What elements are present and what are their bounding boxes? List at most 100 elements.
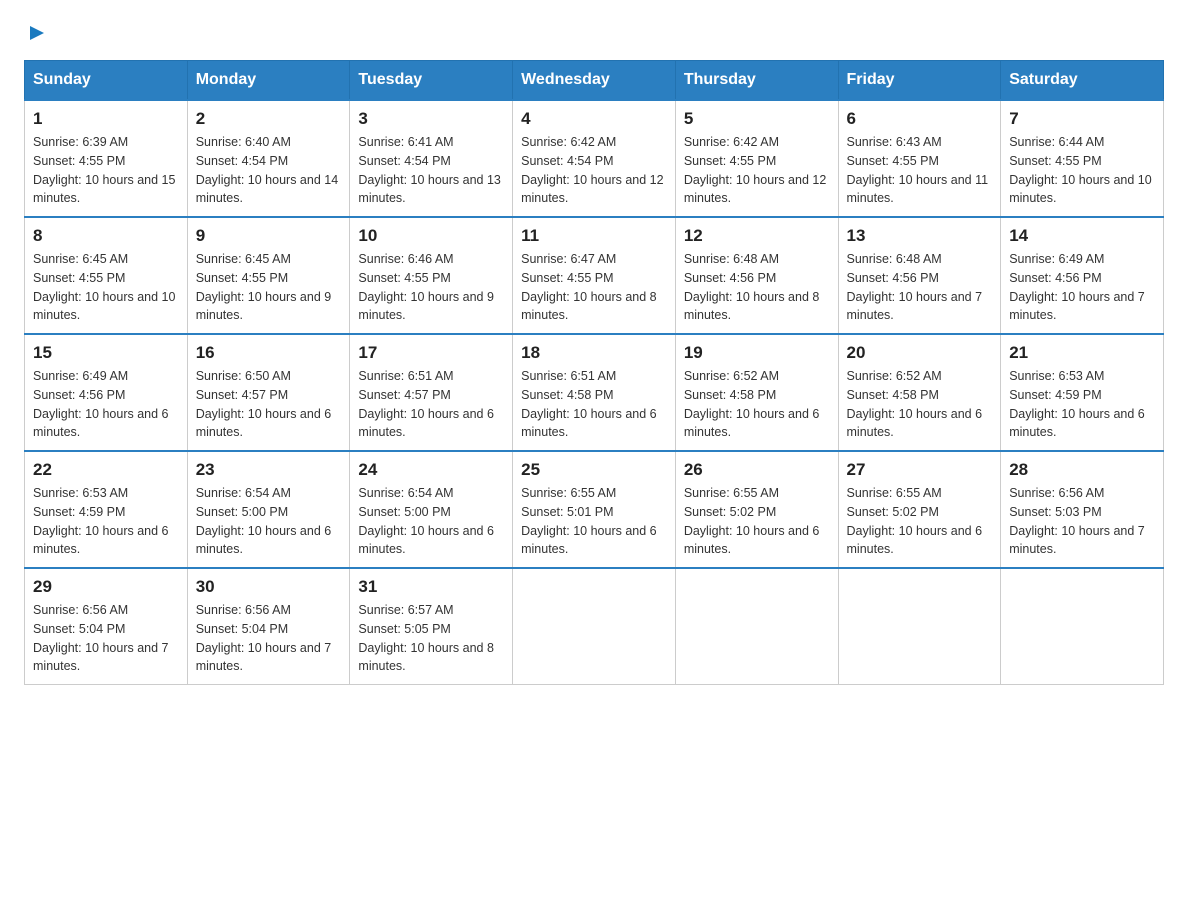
week-row-5: 29 Sunrise: 6:56 AM Sunset: 5:04 PM Dayl… — [25, 568, 1164, 685]
day-cell-18: 18 Sunrise: 6:51 AM Sunset: 4:58 PM Dayl… — [513, 334, 676, 451]
day-number: 5 — [684, 109, 830, 129]
day-info: Sunrise: 6:51 AM Sunset: 4:58 PM Dayligh… — [521, 367, 667, 442]
week-row-1: 1 Sunrise: 6:39 AM Sunset: 4:55 PM Dayli… — [25, 100, 1164, 217]
day-number: 8 — [33, 226, 179, 246]
empty-cell — [838, 568, 1001, 685]
day-info: Sunrise: 6:42 AM Sunset: 4:54 PM Dayligh… — [521, 133, 667, 208]
day-cell-16: 16 Sunrise: 6:50 AM Sunset: 4:57 PM Dayl… — [187, 334, 350, 451]
col-header-tuesday: Tuesday — [350, 61, 513, 101]
day-cell-31: 31 Sunrise: 6:57 AM Sunset: 5:05 PM Dayl… — [350, 568, 513, 685]
header-row: SundayMondayTuesdayWednesdayThursdayFrid… — [25, 61, 1164, 101]
day-cell-20: 20 Sunrise: 6:52 AM Sunset: 4:58 PM Dayl… — [838, 334, 1001, 451]
day-info: Sunrise: 6:40 AM Sunset: 4:54 PM Dayligh… — [196, 133, 342, 208]
day-info: Sunrise: 6:56 AM Sunset: 5:03 PM Dayligh… — [1009, 484, 1155, 559]
day-number: 12 — [684, 226, 830, 246]
day-cell-7: 7 Sunrise: 6:44 AM Sunset: 4:55 PM Dayli… — [1001, 100, 1164, 217]
day-cell-5: 5 Sunrise: 6:42 AM Sunset: 4:55 PM Dayli… — [675, 100, 838, 217]
day-number: 24 — [358, 460, 504, 480]
day-info: Sunrise: 6:48 AM Sunset: 4:56 PM Dayligh… — [847, 250, 993, 325]
day-cell-1: 1 Sunrise: 6:39 AM Sunset: 4:55 PM Dayli… — [25, 100, 188, 217]
empty-cell — [1001, 568, 1164, 685]
day-cell-29: 29 Sunrise: 6:56 AM Sunset: 5:04 PM Dayl… — [25, 568, 188, 685]
day-info: Sunrise: 6:45 AM Sunset: 4:55 PM Dayligh… — [33, 250, 179, 325]
day-number: 22 — [33, 460, 179, 480]
day-info: Sunrise: 6:55 AM Sunset: 5:01 PM Dayligh… — [521, 484, 667, 559]
day-info: Sunrise: 6:55 AM Sunset: 5:02 PM Dayligh… — [684, 484, 830, 559]
page-header — [24, 24, 1164, 40]
calendar-body: 1 Sunrise: 6:39 AM Sunset: 4:55 PM Dayli… — [25, 100, 1164, 685]
day-number: 14 — [1009, 226, 1155, 246]
day-cell-13: 13 Sunrise: 6:48 AM Sunset: 4:56 PM Dayl… — [838, 217, 1001, 334]
col-header-thursday: Thursday — [675, 61, 838, 101]
day-cell-11: 11 Sunrise: 6:47 AM Sunset: 4:55 PM Dayl… — [513, 217, 676, 334]
day-cell-2: 2 Sunrise: 6:40 AM Sunset: 4:54 PM Dayli… — [187, 100, 350, 217]
day-cell-28: 28 Sunrise: 6:56 AM Sunset: 5:03 PM Dayl… — [1001, 451, 1164, 568]
day-info: Sunrise: 6:39 AM Sunset: 4:55 PM Dayligh… — [33, 133, 179, 208]
day-number: 25 — [521, 460, 667, 480]
day-cell-3: 3 Sunrise: 6:41 AM Sunset: 4:54 PM Dayli… — [350, 100, 513, 217]
day-cell-17: 17 Sunrise: 6:51 AM Sunset: 4:57 PM Dayl… — [350, 334, 513, 451]
day-number: 29 — [33, 577, 179, 597]
day-cell-4: 4 Sunrise: 6:42 AM Sunset: 4:54 PM Dayli… — [513, 100, 676, 217]
day-cell-25: 25 Sunrise: 6:55 AM Sunset: 5:01 PM Dayl… — [513, 451, 676, 568]
day-cell-9: 9 Sunrise: 6:45 AM Sunset: 4:55 PM Dayli… — [187, 217, 350, 334]
day-info: Sunrise: 6:54 AM Sunset: 5:00 PM Dayligh… — [196, 484, 342, 559]
day-cell-24: 24 Sunrise: 6:54 AM Sunset: 5:00 PM Dayl… — [350, 451, 513, 568]
day-number: 4 — [521, 109, 667, 129]
day-cell-27: 27 Sunrise: 6:55 AM Sunset: 5:02 PM Dayl… — [838, 451, 1001, 568]
logo-text — [24, 24, 48, 40]
day-cell-15: 15 Sunrise: 6:49 AM Sunset: 4:56 PM Dayl… — [25, 334, 188, 451]
day-number: 31 — [358, 577, 504, 597]
day-info: Sunrise: 6:54 AM Sunset: 5:00 PM Dayligh… — [358, 484, 504, 559]
day-number: 16 — [196, 343, 342, 363]
col-header-friday: Friday — [838, 61, 1001, 101]
day-number: 18 — [521, 343, 667, 363]
empty-cell — [675, 568, 838, 685]
day-number: 28 — [1009, 460, 1155, 480]
empty-cell — [513, 568, 676, 685]
day-cell-10: 10 Sunrise: 6:46 AM Sunset: 4:55 PM Dayl… — [350, 217, 513, 334]
day-number: 30 — [196, 577, 342, 597]
day-info: Sunrise: 6:53 AM Sunset: 4:59 PM Dayligh… — [1009, 367, 1155, 442]
day-cell-19: 19 Sunrise: 6:52 AM Sunset: 4:58 PM Dayl… — [675, 334, 838, 451]
day-cell-30: 30 Sunrise: 6:56 AM Sunset: 5:04 PM Dayl… — [187, 568, 350, 685]
day-info: Sunrise: 6:47 AM Sunset: 4:55 PM Dayligh… — [521, 250, 667, 325]
day-number: 19 — [684, 343, 830, 363]
day-cell-22: 22 Sunrise: 6:53 AM Sunset: 4:59 PM Dayl… — [25, 451, 188, 568]
col-header-monday: Monday — [187, 61, 350, 101]
day-cell-6: 6 Sunrise: 6:43 AM Sunset: 4:55 PM Dayli… — [838, 100, 1001, 217]
day-number: 10 — [358, 226, 504, 246]
logo — [24, 24, 48, 40]
day-info: Sunrise: 6:46 AM Sunset: 4:55 PM Dayligh… — [358, 250, 504, 325]
day-number: 27 — [847, 460, 993, 480]
week-row-4: 22 Sunrise: 6:53 AM Sunset: 4:59 PM Dayl… — [25, 451, 1164, 568]
day-number: 1 — [33, 109, 179, 129]
day-cell-26: 26 Sunrise: 6:55 AM Sunset: 5:02 PM Dayl… — [675, 451, 838, 568]
day-cell-12: 12 Sunrise: 6:48 AM Sunset: 4:56 PM Dayl… — [675, 217, 838, 334]
day-info: Sunrise: 6:50 AM Sunset: 4:57 PM Dayligh… — [196, 367, 342, 442]
week-row-2: 8 Sunrise: 6:45 AM Sunset: 4:55 PM Dayli… — [25, 217, 1164, 334]
day-cell-23: 23 Sunrise: 6:54 AM Sunset: 5:00 PM Dayl… — [187, 451, 350, 568]
day-number: 17 — [358, 343, 504, 363]
day-info: Sunrise: 6:44 AM Sunset: 4:55 PM Dayligh… — [1009, 133, 1155, 208]
day-number: 7 — [1009, 109, 1155, 129]
day-info: Sunrise: 6:52 AM Sunset: 4:58 PM Dayligh… — [684, 367, 830, 442]
calendar-header: SundayMondayTuesdayWednesdayThursdayFrid… — [25, 61, 1164, 101]
day-info: Sunrise: 6:49 AM Sunset: 4:56 PM Dayligh… — [33, 367, 179, 442]
day-info: Sunrise: 6:43 AM Sunset: 4:55 PM Dayligh… — [847, 133, 993, 208]
day-info: Sunrise: 6:52 AM Sunset: 4:58 PM Dayligh… — [847, 367, 993, 442]
day-info: Sunrise: 6:48 AM Sunset: 4:56 PM Dayligh… — [684, 250, 830, 325]
day-number: 9 — [196, 226, 342, 246]
day-info: Sunrise: 6:41 AM Sunset: 4:54 PM Dayligh… — [358, 133, 504, 208]
day-number: 23 — [196, 460, 342, 480]
day-number: 21 — [1009, 343, 1155, 363]
day-number: 15 — [33, 343, 179, 363]
day-number: 20 — [847, 343, 993, 363]
calendar-table: SundayMondayTuesdayWednesdayThursdayFrid… — [24, 60, 1164, 685]
day-cell-21: 21 Sunrise: 6:53 AM Sunset: 4:59 PM Dayl… — [1001, 334, 1164, 451]
day-cell-14: 14 Sunrise: 6:49 AM Sunset: 4:56 PM Dayl… — [1001, 217, 1164, 334]
day-info: Sunrise: 6:42 AM Sunset: 4:55 PM Dayligh… — [684, 133, 830, 208]
col-header-saturday: Saturday — [1001, 61, 1164, 101]
logo-arrow-icon — [26, 22, 48, 44]
day-info: Sunrise: 6:45 AM Sunset: 4:55 PM Dayligh… — [196, 250, 342, 325]
